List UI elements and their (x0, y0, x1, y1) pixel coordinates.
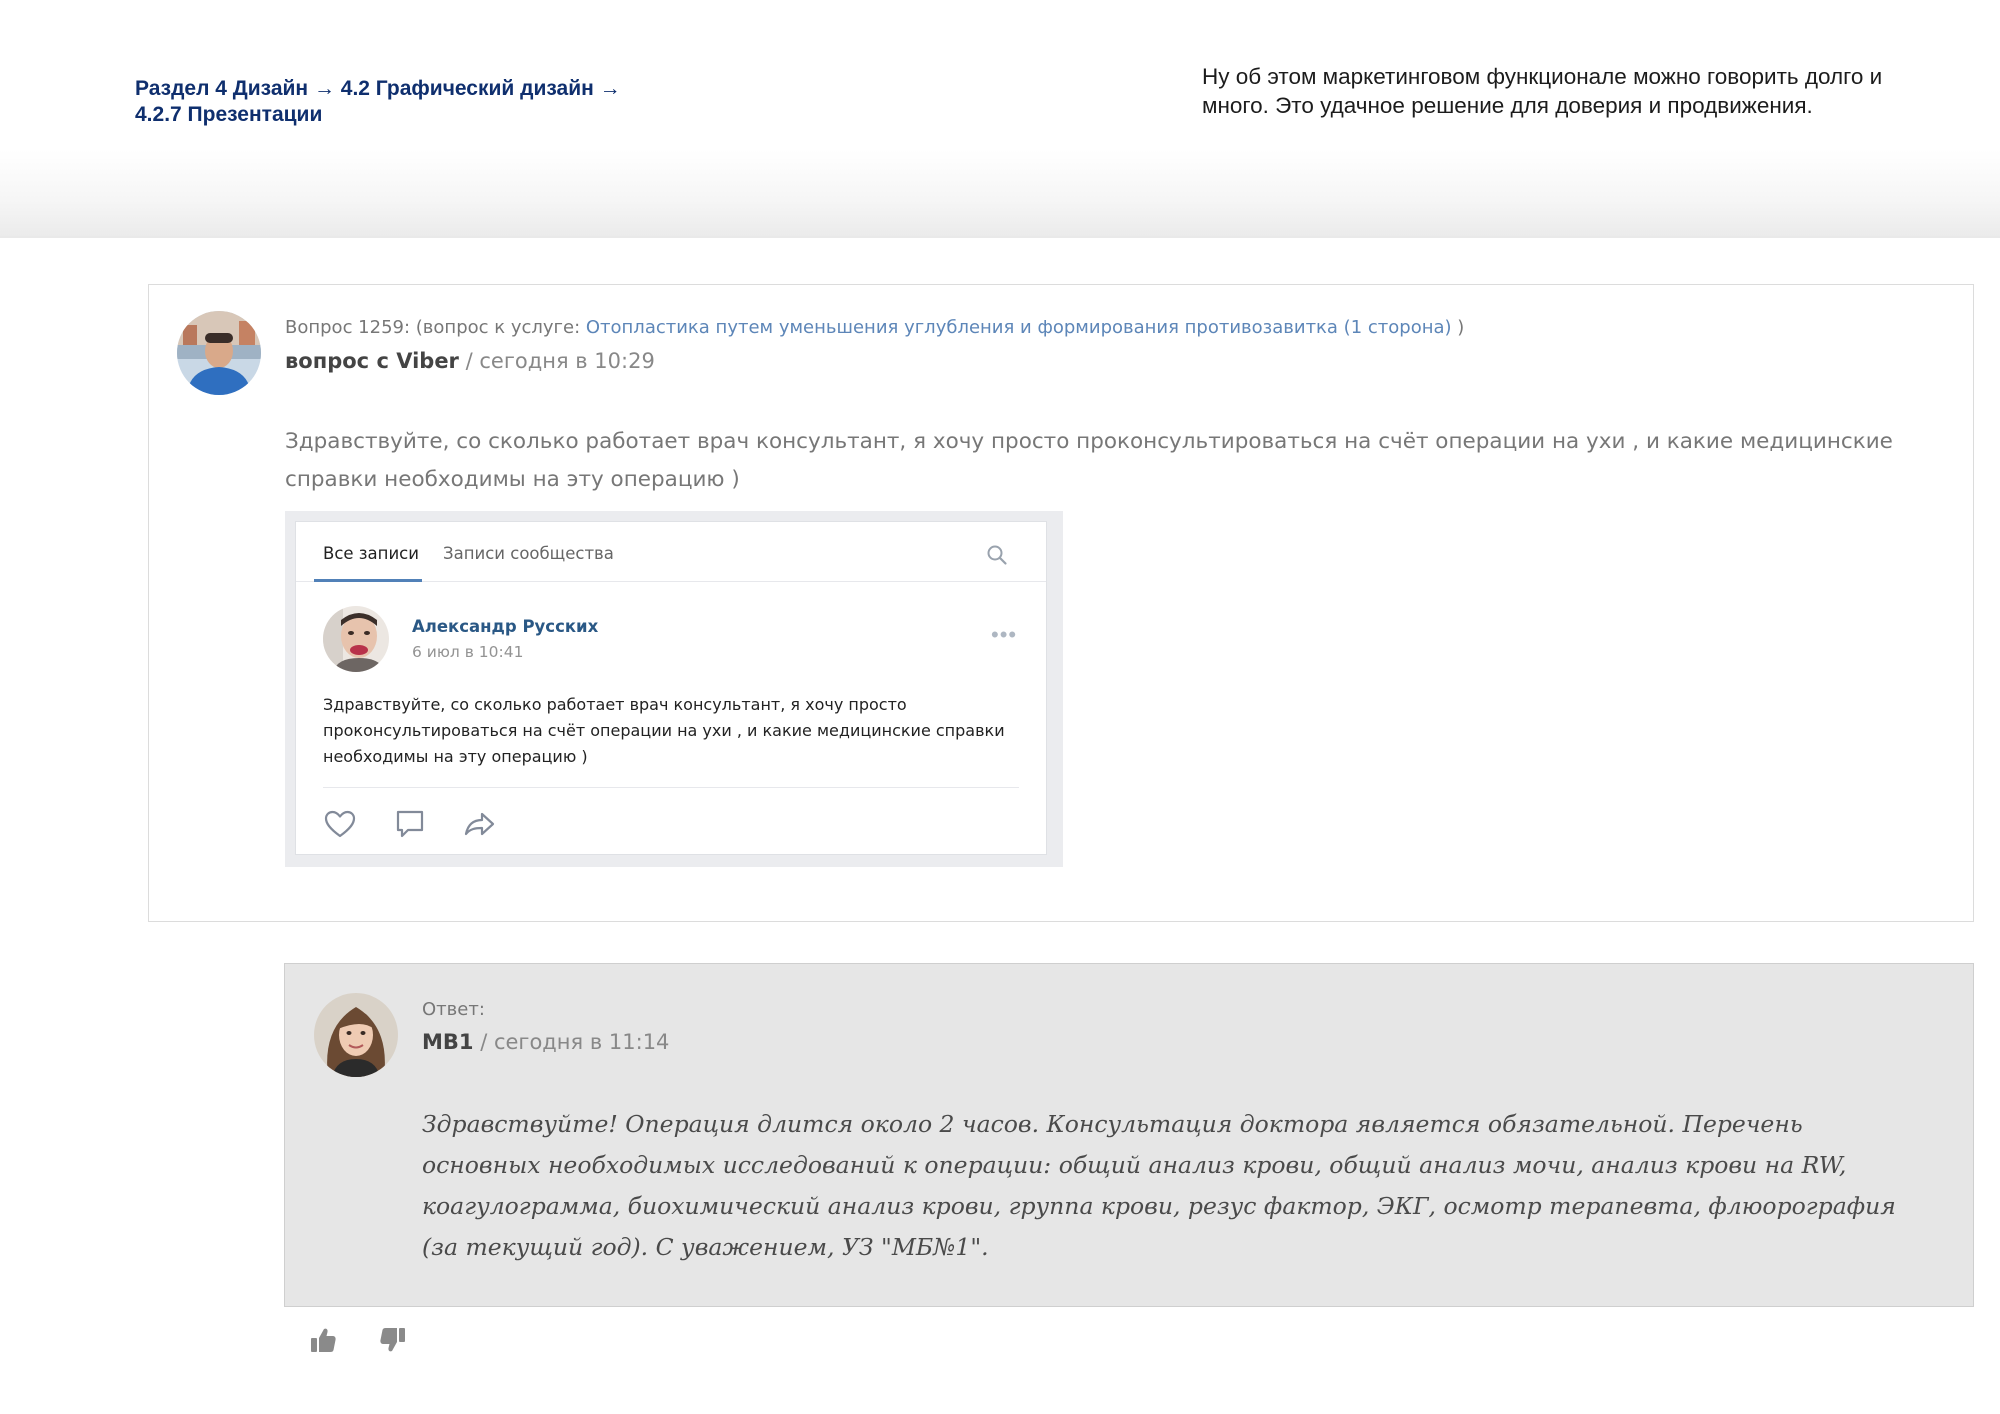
answer-label: Ответ: (422, 999, 485, 1020)
question-time: / сегодня в 10:29 (458, 349, 655, 373)
heart-icon[interactable] (323, 808, 357, 840)
question-suffix: ) (1451, 317, 1465, 338)
question-author-line: вопрос с Viber / сегодня в 10:29 (285, 349, 655, 373)
vk-author-avatar[interactable] (323, 606, 389, 672)
vk-author-name[interactable]: Александр Русских (412, 617, 598, 636)
vk-tabs: Все записи Записи сообщества (296, 522, 1046, 582)
service-link[interactable]: Отопластика путем уменьшения углубления … (586, 317, 1452, 338)
tab-community-posts[interactable]: Записи сообщества (443, 544, 614, 563)
answer-text: Здравствуйте! Операция длится около 2 ча… (422, 1110, 1896, 1261)
header-divider (0, 236, 2000, 238)
thumbs-down-icon[interactable] (378, 1325, 408, 1355)
answer-avatar (314, 993, 398, 1077)
vk-post-card: Все записи Записи сообщества Александр Р… (295, 521, 1047, 855)
vk-post-text: Здравствуйте, со сколько работает врач к… (323, 695, 1005, 766)
question-prefix: Вопрос 1259: (вопрос к услуге: (285, 317, 586, 338)
breadcrumb-line-2[interactable]: 4.2.7 Презентации (135, 103, 322, 126)
active-tab-indicator (314, 579, 422, 582)
thumbs-up-icon[interactable] (308, 1325, 338, 1355)
question-meta: Вопрос 1259: (вопрос к услуге: Отопласти… (285, 317, 1464, 338)
vk-divider (323, 787, 1019, 788)
comment-icon[interactable] (393, 808, 427, 840)
question-text: Здравствуйте, со сколько работает врач к… (285, 429, 1893, 492)
answer-card: Ответ: МВ1 / сегодня в 11:14 Здравствуйт… (284, 963, 1974, 1307)
question-author: вопрос с Viber (285, 349, 459, 373)
header-note: Ну об этом маркетинговом функционале мож… (1202, 64, 1883, 118)
vk-post-date[interactable]: 6 июл в 10:41 (412, 643, 523, 661)
breadcrumb-line-1[interactable]: Раздел 4 Дизайн → 4.2 Графический дизайн… (135, 77, 621, 100)
answer-author: МВ1 (422, 1030, 474, 1054)
more-options-icon[interactable]: ••• (991, 622, 1017, 648)
answer-author-line: МВ1 / сегодня в 11:14 (422, 1030, 669, 1054)
answer-time: / сегодня в 11:14 (473, 1030, 670, 1054)
search-icon[interactable] (986, 544, 1008, 566)
share-icon[interactable] (462, 808, 496, 840)
embedded-post-screenshot: Все записи Записи сообщества Александр Р… (285, 511, 1063, 867)
question-card: Вопрос 1259: (вопрос к услуге: Отопласти… (148, 284, 1974, 922)
question-avatar (177, 311, 261, 395)
tab-all-posts[interactable]: Все записи (323, 544, 419, 563)
breadcrumb: Раздел 4 Дизайн → 4.2 Графический дизайн… (135, 76, 655, 128)
